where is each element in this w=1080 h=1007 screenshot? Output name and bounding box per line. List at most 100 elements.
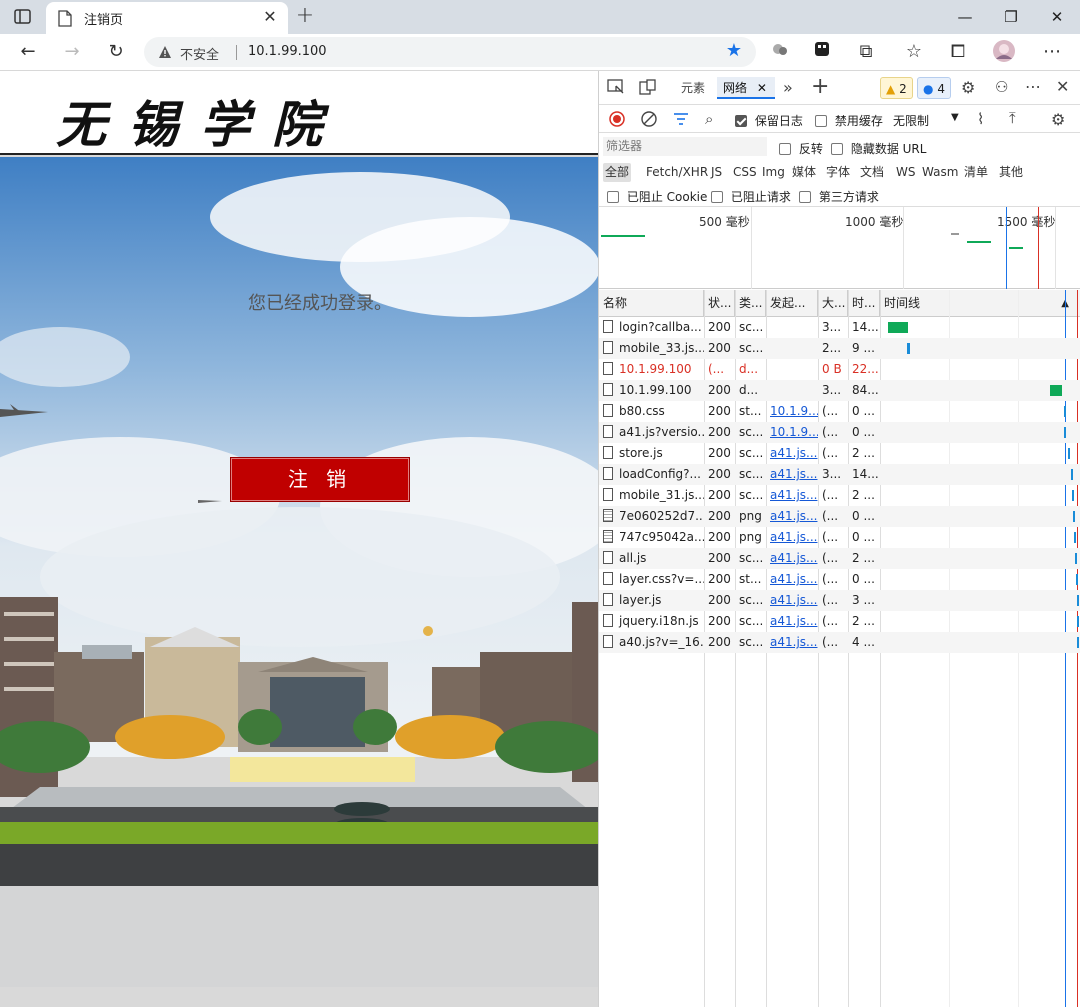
col-name[interactable]: 名称 <box>599 290 704 317</box>
tab-actions-icon[interactable] <box>14 9 32 25</box>
profile-avatar[interactable] <box>990 39 1018 65</box>
initiator-link[interactable]: a41.js... <box>770 488 817 502</box>
cell-initiator[interactable]: a41.js... <box>766 569 818 590</box>
cell-initiator[interactable]: a41.js... <box>766 485 818 506</box>
filter-other[interactable]: 其他 <box>997 163 1025 182</box>
throttling-select[interactable]: 无限制 ▼ <box>893 112 963 129</box>
cell-initiator[interactable]: 10.1.9... <box>766 422 818 443</box>
blocked-cookies-check[interactable] <box>607 191 619 203</box>
table-row[interactable]: jquery.i18n.js 200 sc... a41.js... (... 2 ... <box>599 611 1080 632</box>
settings-gear-icon[interactable]: ⚙ <box>961 78 975 97</box>
col-type[interactable]: 类... <box>735 290 766 317</box>
blocked-cookies-checkbox[interactable]: 已阻止 Cookie <box>607 188 707 205</box>
read-aloud-icon[interactable] <box>766 39 794 65</box>
initiator-link[interactable]: a41.js... <box>770 635 817 649</box>
tab-elements[interactable]: 元素 <box>675 77 711 99</box>
filter-wasm[interactable]: Wasm <box>920 163 960 182</box>
close-devtools-icon[interactable]: ✕ <box>1056 77 1069 96</box>
initiator-link[interactable]: 10.1.9... <box>770 404 818 418</box>
add-tab-icon[interactable]: + <box>811 74 829 99</box>
invert-checkbox[interactable]: 反转 <box>779 140 823 157</box>
col-size[interactable]: 大... <box>818 290 848 317</box>
cell-initiator[interactable]: a41.js... <box>766 506 818 527</box>
initiator-link[interactable]: a41.js... <box>770 593 817 607</box>
table-row[interactable]: 10.1.99.100 200 d... 3... 84... <box>599 380 1080 401</box>
tab-network[interactable]: 网络 ✕ <box>717 77 775 99</box>
filter-css[interactable]: CSS <box>731 163 759 182</box>
initiator-link[interactable]: a41.js... <box>770 509 817 523</box>
table-row[interactable]: layer.css?v=... 200 st... a41.js... (... 0 ..… <box>599 569 1080 590</box>
more-tabs-icon[interactable]: » <box>783 78 793 97</box>
cell-initiator[interactable]: a41.js... <box>766 632 818 653</box>
col-time[interactable]: 时... <box>848 290 880 317</box>
url-text[interactable]: 10.1.99.100 <box>248 44 327 59</box>
record-stop-icon[interactable] <box>609 111 625 130</box>
security-label[interactable]: 不安全 <box>180 44 219 63</box>
network-overview[interactable]: 500 毫秒 1000 毫秒 1500 毫秒 <box>599 207 1080 289</box>
close-tab-icon[interactable]: ✕ <box>260 7 280 27</box>
initiator-link[interactable]: a41.js... <box>770 614 817 628</box>
cell-initiator[interactable]: a41.js... <box>766 443 818 464</box>
cell-initiator[interactable]: a41.js... <box>766 548 818 569</box>
back-icon[interactable]: ← <box>14 39 42 65</box>
filter-doc[interactable]: 文档 <box>858 163 886 182</box>
filter-all[interactable]: 全部 <box>603 163 632 182</box>
filter-font[interactable]: 字体 <box>824 163 852 182</box>
new-tab-button[interactable]: + <box>292 4 318 30</box>
cell-initiator[interactable]: a41.js... <box>766 527 818 548</box>
table-row[interactable]: b80.css 200 st... 10.1.9... (... 0 ... <box>599 401 1080 422</box>
table-row[interactable]: 7e060252d7... 200 png a41.js... (... 0 ... <box>599 506 1080 527</box>
filter-ws[interactable]: WS <box>894 163 917 182</box>
invert-check[interactable] <box>779 143 791 155</box>
devtools-more-icon[interactable]: ⋯ <box>1025 77 1041 96</box>
initiator-link[interactable]: a41.js... <box>770 530 817 544</box>
warnings-badge[interactable]: ▲ 2 <box>880 77 913 99</box>
filter-js[interactable]: JS <box>709 163 724 182</box>
initiator-link[interactable]: 10.1.9... <box>770 425 818 439</box>
extensions-icon[interactable]: ⧉ <box>852 39 880 65</box>
table-row[interactable]: layer.js 200 sc... a41.js... (... 3 ... <box>599 590 1080 611</box>
table-row[interactable]: store.js 200 sc... a41.js... (... 2 ... <box>599 443 1080 464</box>
col-initiator[interactable]: 发起... <box>766 290 818 317</box>
close-network-tab-icon[interactable]: ✕ <box>757 81 767 95</box>
hide-data-urls-check[interactable] <box>831 143 843 155</box>
initiator-link[interactable]: a41.js... <box>770 551 817 565</box>
preserve-log-check[interactable] <box>735 115 747 127</box>
table-row[interactable]: login?callba... 200 sc... 3... 14... <box>599 317 1080 338</box>
cell-initiator[interactable]: 10.1.9... <box>766 401 818 422</box>
col-status[interactable]: 状... <box>704 290 735 317</box>
table-row[interactable]: all.js 200 sc... a41.js... (... 2 ... <box>599 548 1080 569</box>
device-emulation-icon[interactable] <box>639 79 657 98</box>
initiator-link[interactable]: a41.js... <box>770 467 817 481</box>
disable-cache-check[interactable] <box>815 115 827 127</box>
logout-button[interactable]: 注 销 <box>230 457 410 502</box>
initiator-link[interactable]: a41.js... <box>770 446 817 460</box>
table-row[interactable]: a40.js?v=_16... 200 sc... a41.js... (... 4 ..… <box>599 632 1080 653</box>
table-row[interactable]: mobile_33.js... 200 sc... 2... 9 ... <box>599 338 1080 359</box>
collections-icon[interactable]: ⧠ <box>944 39 972 65</box>
import-har-icon[interactable]: ⤒ <box>1009 109 1016 127</box>
collections-app-icon[interactable] <box>808 39 836 65</box>
third-party-checkbox[interactable]: 第三方请求 <box>799 188 879 205</box>
preserve-log-checkbox[interactable]: 保留日志 <box>735 112 803 129</box>
browser-tab[interactable]: 注销页 ✕ <box>46 2 288 34</box>
minimize-button[interactable]: — <box>942 2 988 32</box>
network-settings-icon[interactable]: ⚙ <box>1051 110 1065 129</box>
close-window-button[interactable]: ✕ <box>1034 2 1080 32</box>
favorites-icon[interactable]: ☆ <box>900 39 928 65</box>
restore-button[interactable]: ❐ <box>988 2 1034 32</box>
favorite-star-icon[interactable]: ★ <box>726 40 742 61</box>
inspect-element-icon[interactable] <box>607 79 625 98</box>
forward-icon[interactable]: → <box>58 39 86 65</box>
address-bar[interactable]: 不安全 10.1.99.100 ★ <box>144 37 756 67</box>
disable-cache-checkbox[interactable]: 禁用缓存 <box>815 112 883 129</box>
filter-manifest[interactable]: 清单 <box>962 163 990 182</box>
table-row[interactable]: mobile_31.js... 200 sc... a41.js... (... 2 ..… <box>599 485 1080 506</box>
filter-media[interactable]: 媒体 <box>790 163 818 182</box>
table-row[interactable]: a41.js?versio... 200 sc... 10.1.9... (... 0 .… <box>599 422 1080 443</box>
clear-icon[interactable] <box>641 111 657 130</box>
filter-input[interactable]: 筛选器 <box>603 137 767 156</box>
search-icon[interactable]: ⌕ <box>705 110 713 128</box>
col-waterfall[interactable]: 时间线 ▲ <box>880 290 1080 317</box>
table-row[interactable]: 10.1.99.100 (... d... 0 B 22... <box>599 359 1080 380</box>
